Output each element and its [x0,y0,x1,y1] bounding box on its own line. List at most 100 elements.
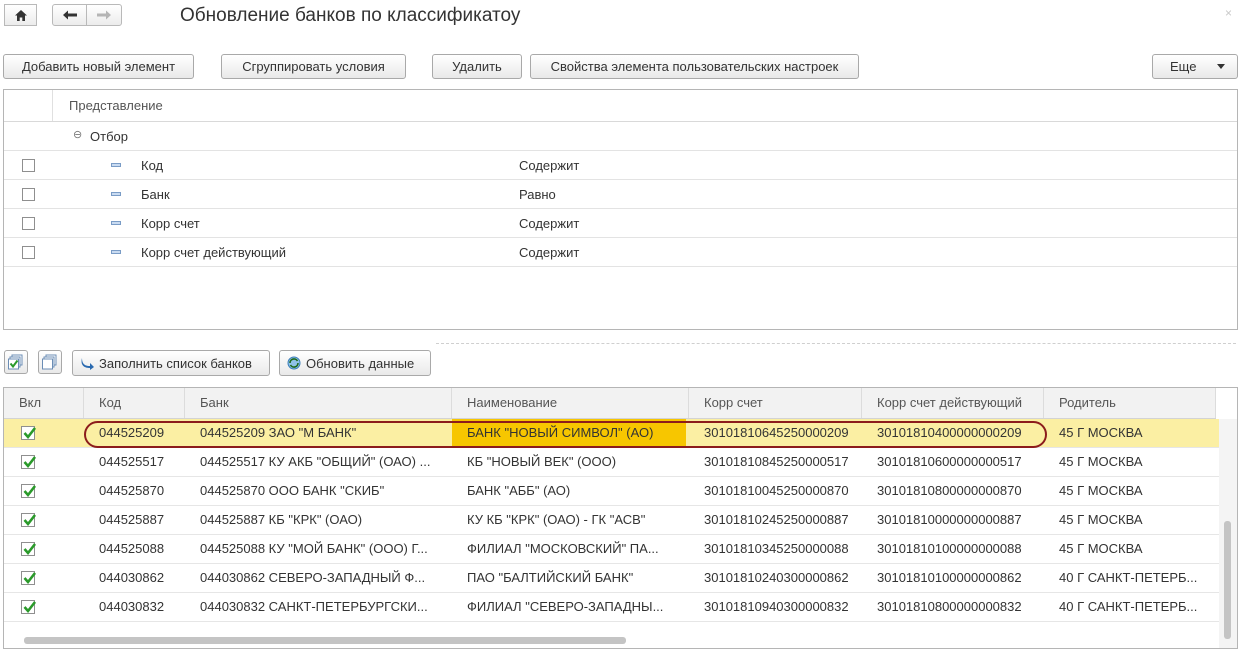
cell-name[interactable]: КБ "НОВЫЙ ВЕК" (ООО) [467,448,685,476]
splitter[interactable] [436,343,1236,344]
filter-checkbox[interactable] [22,217,35,230]
cell-corr-account-active[interactable]: 30101810100000000088 [877,535,1042,563]
filter-condition[interactable]: Равно [519,187,556,202]
cell-corr-account[interactable]: 30101810245250000887 [704,506,859,534]
cell-bank[interactable]: 044030832 САНКТ-ПЕТЕРБУРГСКИ... [200,593,440,621]
filter-row[interactable]: Корр счет действующий Содержит [4,238,1237,267]
cell-code[interactable]: 044525517 [99,448,181,476]
table-row[interactable]: 044525870 044525870 ООО БАНК "СКИБ" БАНК "… [4,477,1221,506]
column-header-code[interactable]: Код [84,388,185,418]
table-row[interactable]: 044525209 044525209 ЗАО "М БАНК" БАНК "НОВ… [4,419,1221,448]
back-button[interactable] [52,4,87,26]
cell-code[interactable]: 044030862 [99,564,181,592]
cell-name[interactable]: БАНК "АББ" (АО) [467,477,685,505]
cell-corr-account[interactable]: 30101810345250000088 [704,535,859,563]
filter-row[interactable]: Код Содержит [4,151,1237,180]
filter-condition[interactable]: Содержит [519,158,579,173]
cell-bank[interactable]: 044525887 КБ "КРК" (ОАО) [200,506,440,534]
cell-parent[interactable]: 40 Г САНКТ-ПЕТЕРБ... [1059,564,1209,592]
condition-icon [111,192,121,196]
cell-name[interactable]: БАНК "НОВЫЙ СИМВОЛ" (АО) [467,419,685,447]
arrow-left-icon [62,10,77,20]
row-checkbox[interactable] [21,484,37,498]
table-row[interactable]: 044525517 044525517 КУ АКБ "ОБЩИЙ" (ОАО) … [4,448,1221,477]
column-header-corr-account-active[interactable]: Корр счет действующий [862,388,1044,418]
cell-corr-account-active[interactable]: 30101810100000000862 [877,564,1042,592]
cell-corr-account-active[interactable]: 30101810800000000832 [877,593,1042,621]
vertical-scrollbar[interactable] [1219,419,1237,648]
filter-field: Банк [141,187,170,202]
table-row[interactable]: 044030832 044030832 САНКТ-ПЕТЕРБУРГСКИ...… [4,593,1221,622]
cell-parent[interactable]: 45 Г МОСКВА [1059,535,1209,563]
filter-checkbox[interactable] [22,188,35,201]
fill-bank-list-button[interactable]: Заполнить список банков [72,350,270,376]
cell-corr-account[interactable]: 30101810845250000517 [704,448,859,476]
refresh-data-button[interactable]: Обновить данные [279,350,431,376]
table-row[interactable]: 044525088 044525088 КУ "МОЙ БАНК" (ООО) Г… [4,535,1221,564]
cell-corr-account-active[interactable]: 30101810000000000887 [877,506,1042,534]
column-header-corr-account[interactable]: Корр счет [689,388,862,418]
row-checkbox[interactable] [21,426,37,440]
add-element-button[interactable]: Добавить новый элемент [3,54,194,79]
column-header-parent[interactable]: Родитель [1044,388,1216,418]
banks-table: Вкл Код Банк Наименование Корр счет Корр… [3,387,1238,649]
cell-name[interactable]: ФИЛИАЛ "МОСКОВСКИЙ" ПА... [467,535,685,563]
home-button[interactable] [4,4,37,26]
filter-row[interactable]: Корр счет Содержит [4,209,1237,238]
cell-corr-account[interactable]: 30101810045250000870 [704,477,859,505]
cell-corr-account-active[interactable]: 30101810800000000870 [877,477,1042,505]
group-conditions-button[interactable]: Сгруппировать условия [221,54,406,79]
cell-code[interactable]: 044525870 [99,477,181,505]
element-properties-button[interactable]: Свойства элемента пользовательских настр… [530,54,859,79]
cell-bank[interactable]: 044525870 ООО БАНК "СКИБ" [200,477,440,505]
table-row[interactable]: 044525887 044525887 КБ "КРК" (ОАО) КУ КБ "… [4,506,1221,535]
check-all-button[interactable] [4,350,28,374]
cell-parent[interactable]: 45 Г МОСКВА [1059,506,1209,534]
row-checkbox[interactable] [21,600,37,614]
home-icon [14,9,27,21]
cell-name[interactable]: КУ КБ "КРК" (ОАО) - ГК "АСВ" [467,506,685,534]
filter-condition[interactable]: Содержит [519,245,579,260]
delete-button[interactable]: Удалить [432,54,522,79]
cell-bank[interactable]: 044030862 СЕВЕРО-ЗАПАДНЫЙ Ф... [200,564,440,592]
row-checkbox[interactable] [21,513,37,527]
cell-bank[interactable]: 044525088 КУ "МОЙ БАНК" (ООО) Г... [200,535,440,563]
row-checkbox[interactable] [21,455,37,469]
cell-corr-account-active[interactable]: 30101810400000000209 [877,419,1042,447]
cell-code[interactable]: 044525209 [99,419,181,447]
column-header-enabled[interactable]: Вкл [4,388,84,418]
filter-condition[interactable]: Содержит [519,216,579,231]
cell-code[interactable]: 044525887 [99,506,181,534]
cell-corr-account[interactable]: 30101810240300000862 [704,564,859,592]
vertical-scroll-thumb[interactable] [1224,521,1231,639]
cell-code[interactable]: 044030832 [99,593,181,621]
uncheck-all-button[interactable] [38,350,62,374]
cell-code[interactable]: 044525088 [99,535,181,563]
filter-row[interactable]: Банк Равно [4,180,1237,209]
horizontal-scroll-thumb[interactable] [24,637,626,644]
cell-parent[interactable]: 45 Г МОСКВА [1059,419,1209,447]
cell-parent[interactable]: 40 Г САНКТ-ПЕТЕРБ... [1059,593,1209,621]
filter-checkbox[interactable] [22,159,35,172]
cell-corr-account-active[interactable]: 30101810600000000517 [877,448,1042,476]
cell-corr-account[interactable]: 30101810940300000832 [704,593,859,621]
cell-name[interactable]: ПАО "БАЛТИЙСКИЙ БАНК" [467,564,685,592]
collapse-icon[interactable]: ⊖ [73,128,82,141]
more-button[interactable]: Еще [1152,54,1238,79]
filter-group-row[interactable]: ⊖ Отбор [4,122,1237,151]
row-checkbox[interactable] [21,542,37,556]
cell-bank[interactable]: 044525209 ЗАО "М БАНК" [200,419,440,447]
cell-parent[interactable]: 45 Г МОСКВА [1059,448,1209,476]
cell-parent[interactable]: 45 Г МОСКВА [1059,477,1209,505]
forward-button[interactable] [86,4,122,26]
checkmark-icon [23,514,37,527]
filter-checkbox[interactable] [22,246,35,259]
row-checkbox[interactable] [21,571,37,585]
table-row[interactable]: 044030862 044030862 СЕВЕРО-ЗАПАДНЫЙ Ф... П… [4,564,1221,593]
column-header-name[interactable]: Наименование [452,388,689,418]
cell-name[interactable]: ФИЛИАЛ "СЕВЕРО-ЗАПАДНЫ... [467,593,685,621]
column-header-bank[interactable]: Банк [185,388,452,418]
close-icon[interactable]: × [1225,6,1232,20]
cell-bank[interactable]: 044525517 КУ АКБ "ОБЩИЙ" (ОАО) ... [200,448,440,476]
cell-corr-account[interactable]: 30101810645250000209 [704,419,859,447]
